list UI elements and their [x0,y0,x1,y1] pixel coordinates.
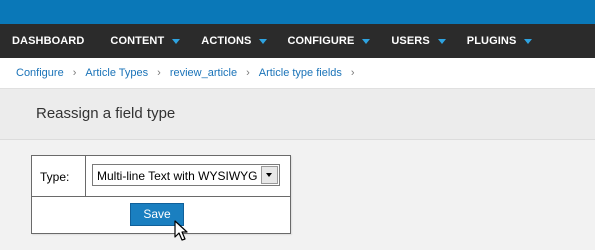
breadcrumb: Configure › Article Types › review_artic… [0,58,595,89]
nav-item-configure[interactable]: CONFIGURE [287,24,371,58]
field-type-selected-value: Multi-line Text with WYSIWYG [97,169,258,183]
breadcrumb-link-article-type-fields[interactable]: Article type fields [259,67,342,79]
reassign-field-form: Type: Multi-line Text with WYSIWYG Save [31,155,291,234]
nav-item-dashboard[interactable]: DASHBOARD [12,24,84,58]
caret-down-icon [259,38,268,44]
type-label: Type: [40,170,70,184]
chevron-right-icon: › [72,67,77,79]
nav-item-content[interactable]: CONTENT [110,24,181,58]
main-navigation: DASHBOARD CONTENT ACTIONS CONFIGURE USER… [0,24,595,58]
nav-item-label: CONTENT [110,35,165,47]
page-title: Reassign a field type [36,105,176,122]
nav-item-actions[interactable]: ACTIONS [201,24,268,58]
chevron-right-icon: › [157,67,161,79]
chevron-right-icon: › [246,67,250,79]
nav-item-label: CONFIGURE [287,35,355,47]
caret-down-icon [172,38,181,44]
caret-down-icon [437,38,446,44]
type-row: Type: Multi-line Text with WYSIWYG [32,156,290,197]
nav-item-plugins[interactable]: PLUGINS [467,24,533,58]
field-type-select[interactable]: Multi-line Text with WYSIWYG [92,164,280,186]
breadcrumb-link-article-types[interactable]: Article Types [85,67,148,79]
breadcrumb-link-configure[interactable]: Configure [16,67,64,79]
type-label-cell: Type: [32,156,86,196]
nav-item-label: PLUGINS [466,35,517,47]
page-header: Reassign a field type [0,89,595,140]
chevron-down-icon [266,173,272,177]
nav-item-users[interactable]: USERS [391,24,446,58]
nav-item-label: USERS [391,35,430,47]
caret-down-icon [362,38,371,44]
breadcrumb-link-review-article[interactable]: review_article [170,67,237,79]
nav-item-label: ACTIONS [201,35,252,47]
chevron-right-icon: › [350,67,355,79]
nav-item-label: DASHBOARD [12,35,85,47]
mouse-pointer-icon [174,220,188,241]
select-dropdown-button[interactable] [261,166,278,184]
caret-down-icon [524,38,533,44]
top-accent-bar [0,0,595,24]
